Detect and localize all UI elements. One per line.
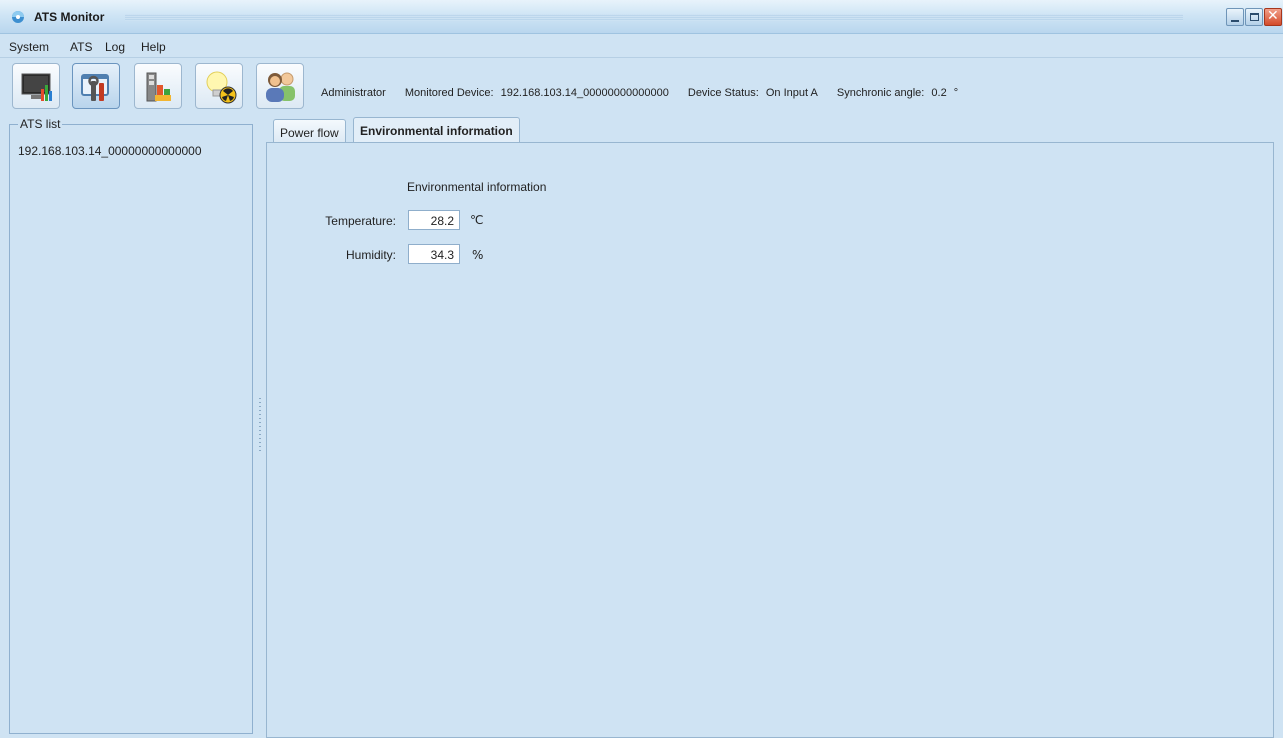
app-logo-icon <box>12 11 24 23</box>
menu-system[interactable]: System <box>9 40 49 54</box>
minimize-button[interactable] <box>1226 8 1244 26</box>
ats-list-title: ATS list <box>18 117 63 131</box>
tab-content-panel <box>266 142 1274 738</box>
tab-environmental-information[interactable]: Environmental information <box>353 117 520 144</box>
maximize-icon <box>1250 13 1259 21</box>
temperature-field[interactable]: 28.2 <box>408 210 460 230</box>
device-status-label: Device Status: <box>687 87 759 99</box>
current-user: Administrator <box>321 87 386 99</box>
tab-power-flow[interactable]: Power flow <box>273 119 346 143</box>
users-icon <box>266 72 295 102</box>
statistics-icon <box>146 72 171 102</box>
device-status-value: On Input A <box>765 87 818 99</box>
menu-log[interactable]: Log <box>105 40 125 54</box>
monitored-device-label: Monitored Device: <box>404 87 494 99</box>
monitored-device-value: 192.168.103.14_00000000000000 <box>500 87 669 99</box>
minimize-icon <box>1231 20 1239 22</box>
status-line: Administrator Monitored Device: 192.168.… <box>321 87 962 99</box>
ats-list-panel: ATS list 192.168.103.14_00000000000000 <box>9 117 253 734</box>
sync-angle-label: Synchronic angle: <box>836 87 925 99</box>
monitor-button[interactable] <box>12 63 60 109</box>
settings-button[interactable] <box>72 63 120 109</box>
humidity-label: Humidity: <box>345 248 396 262</box>
title-bar: ATS Monitor ✕ <box>0 0 1283 34</box>
sync-angle-value: 0.2 <box>931 87 947 99</box>
environment-section-title: Environmental information <box>407 180 547 194</box>
menu-help[interactable]: Help <box>141 40 166 54</box>
maximize-button[interactable] <box>1245 8 1263 26</box>
ats-list-item[interactable]: 192.168.103.14_00000000000000 <box>18 144 202 158</box>
monitor-chart-icon <box>21 73 52 101</box>
users-button[interactable] <box>256 63 304 109</box>
close-icon: ✕ <box>1267 8 1279 24</box>
settings-tools-icon <box>81 74 109 101</box>
splitter-handle[interactable] <box>259 398 261 452</box>
humidity-unit: % <box>472 248 484 262</box>
title-stripe <box>125 14 1183 21</box>
sync-angle-unit: ° <box>953 87 959 99</box>
close-button[interactable]: ✕ <box>1264 8 1282 26</box>
window-title: ATS Monitor <box>34 10 105 24</box>
menu-ats[interactable]: ATS <box>70 40 92 54</box>
statistics-button[interactable] <box>134 63 182 109</box>
humidity-field[interactable]: 34.3 <box>408 244 460 264</box>
toolbar: Administrator Monitored Device: 192.168.… <box>0 59 1283 115</box>
alarm-bulb-icon <box>206 71 237 104</box>
temperature-label: Temperature: <box>325 214 396 228</box>
temperature-unit: ℃ <box>470 213 484 227</box>
menu-bar: System ATS Log Help <box>0 34 1283 58</box>
alarm-button[interactable] <box>195 63 243 109</box>
